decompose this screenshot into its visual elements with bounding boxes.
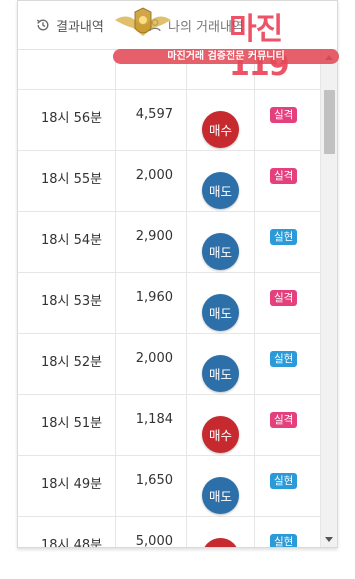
scroll-thumb[interactable] [324, 90, 335, 154]
quantity-cell [116, 50, 187, 90]
user-icon [149, 19, 161, 32]
type-cell: 매도 [187, 334, 255, 395]
type-cell [187, 50, 255, 90]
trade-time: 18시 56분 [41, 111, 103, 126]
result-badge: 실격 [270, 107, 298, 123]
scroll-down-icon[interactable] [325, 537, 333, 542]
result-cell [255, 50, 320, 90]
time-cell [18, 50, 116, 90]
type-cell: 매도 [187, 151, 255, 212]
type-cell: 매도 [187, 456, 255, 517]
vertical-scrollbar[interactable] [320, 50, 337, 547]
table-row: 18시 49분 1,650 매도 실현 [18, 456, 320, 517]
trade-time: 18시 55분 [41, 172, 103, 187]
time-cell: 18시 48분 [18, 517, 116, 547]
trade-time: 18시 53분 [41, 294, 103, 309]
result-cell: 실현 [255, 456, 320, 517]
history-icon [36, 19, 49, 31]
scroll-up-icon[interactable] [325, 55, 333, 60]
tab-results[interactable]: 결과내역 [36, 14, 104, 36]
table-row: 18시 54분 2,900 매도 실현 [18, 212, 320, 273]
result-badge: 실격 [270, 290, 298, 306]
type-cell: 매도 [187, 212, 255, 273]
trade-time: 18시 51분 [41, 416, 103, 431]
trade-time: 18시 54분 [41, 233, 103, 248]
result-cell: 실현 [255, 517, 320, 547]
trade-quantity: 1,960 [135, 290, 173, 305]
table-row: 18시 55분 2,000 매도 실격 [18, 151, 320, 212]
tab-my-trades[interactable]: 나의 거래내역 [148, 14, 244, 36]
time-cell: 18시 49분 [18, 456, 116, 517]
result-badge: 실현 [270, 473, 298, 489]
table-row: 18시 56분 4,597 매수 실격 [18, 90, 320, 151]
sell-type-badge: 매도 [202, 172, 239, 209]
quantity-cell: 4,597 [116, 90, 187, 151]
quantity-cell: 1,960 [116, 273, 187, 334]
trade-time: 18시 48분 [41, 538, 103, 547]
quantity-cell: 1,650 [116, 456, 187, 517]
trade-time: 18시 49분 [41, 477, 103, 492]
tab-bar: 결과내역 나의 거래내역 [18, 1, 337, 50]
quantity-cell: 2,900 [116, 212, 187, 273]
result-cell: 실격 [255, 90, 320, 151]
trade-quantity: 1,184 [135, 412, 173, 427]
table-row [18, 50, 320, 90]
sell-type-badge: 매도 [202, 233, 239, 270]
result-badge: 실현 [270, 534, 298, 547]
results-table: 18시 56분 4,597 매수 실격 18시 55분 2,000 매도 실격 18시 54분 2… [18, 50, 320, 547]
sell-type-badge: 매도 [202, 355, 239, 392]
result-cell: 실격 [255, 395, 320, 456]
quantity-cell: 2,000 [116, 151, 187, 212]
tab-my-trades-label: 나의 거래내역 [168, 19, 244, 35]
tab-results-label: 결과내역 [56, 19, 104, 35]
trade-time: 18시 52분 [41, 355, 103, 370]
table-row: 18시 51분 1,184 매수 실격 [18, 395, 320, 456]
result-badge: 실격 [270, 168, 298, 184]
result-cell: 실격 [255, 273, 320, 334]
result-badge: 실현 [270, 351, 298, 367]
type-cell: 매도 [187, 273, 255, 334]
quantity-cell: 5,000 [116, 517, 187, 547]
trade-quantity: 2,000 [135, 351, 173, 366]
results-panel: 결과내역 나의 거래내역 18시 56분 4,597 매수 실격 18시 55분 2,00… [17, 0, 338, 548]
time-cell: 18시 51분 [18, 395, 116, 456]
result-cell: 실현 [255, 334, 320, 395]
trade-quantity: 5,000 [135, 534, 173, 547]
buy-type-badge: 매수 [202, 416, 239, 453]
trade-quantity: 2,900 [135, 229, 173, 244]
result-cell: 실격 [255, 151, 320, 212]
time-cell: 18시 52분 [18, 334, 116, 395]
time-cell: 18시 55분 [18, 151, 116, 212]
time-cell: 18시 53분 [18, 273, 116, 334]
buy-type-badge: 매수 [202, 538, 239, 547]
trade-quantity: 4,597 [135, 107, 173, 122]
trade-quantity: 1,650 [135, 473, 173, 488]
result-badge: 실현 [270, 229, 298, 245]
table-row: 18시 48분 5,000 매수 실현 [18, 517, 320, 547]
sell-type-badge: 매도 [202, 477, 239, 514]
table-row: 18시 52분 2,000 매도 실현 [18, 334, 320, 395]
sell-type-badge: 매도 [202, 294, 239, 331]
type-cell: 매수 [187, 395, 255, 456]
trade-quantity: 2,000 [135, 168, 173, 183]
type-cell: 매수 [187, 90, 255, 151]
result-badge: 실격 [270, 412, 298, 428]
result-cell: 실현 [255, 212, 320, 273]
time-cell: 18시 56분 [18, 90, 116, 151]
buy-type-badge: 매수 [202, 111, 239, 148]
quantity-cell: 2,000 [116, 334, 187, 395]
quantity-cell: 1,184 [116, 395, 187, 456]
time-cell: 18시 54분 [18, 212, 116, 273]
type-cell: 매수 [187, 517, 255, 547]
table-row: 18시 53분 1,960 매도 실격 [18, 273, 320, 334]
